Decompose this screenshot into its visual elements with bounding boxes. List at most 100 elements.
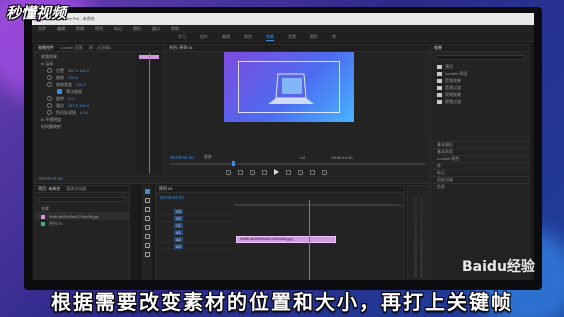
effect-row-uniform-scale[interactable]: 等比缩放 [35, 88, 137, 95]
project-item[interactable]: 序列 01 [35, 220, 129, 227]
menu-file[interactable]: 文件 [38, 26, 46, 32]
tab-effect-controls[interactable]: 效果控件 [38, 45, 54, 51]
program-preview[interactable] [224, 52, 354, 122]
tab-sequence[interactable]: 序列 01 [159, 186, 173, 192]
workspace-tab[interactable]: 组件 [200, 34, 208, 40]
effect-row-scale-width[interactable]: 缩放宽度 100.0 [35, 81, 137, 88]
stopwatch-icon[interactable] [47, 103, 52, 108]
project-search[interactable] [39, 197, 125, 202]
timeline-timecode[interactable]: 00:00:04:10 [160, 195, 184, 200]
workspace-tab-active[interactable]: 效果 [266, 34, 274, 41]
panel-link[interactable]: 标记 [431, 169, 529, 176]
export-frame-icon[interactable] [322, 169, 327, 175]
scale-value[interactable]: 100.0 [68, 75, 78, 80]
tab-media-browser[interactable]: 媒体浏览器 [66, 186, 86, 192]
panel-link[interactable]: 库 [431, 162, 529, 169]
keyframe-area[interactable] [137, 53, 163, 173]
effect-row-rotation[interactable]: 旋转 0.0 [35, 95, 137, 102]
workspace-tab[interactable]: 库 [332, 34, 336, 40]
step-back-icon[interactable] [262, 169, 267, 175]
razor-tool-icon[interactable] [144, 216, 150, 221]
tab-program[interactable]: 节目: 序列 01 [169, 45, 193, 51]
effects-folder[interactable]: 视频效果 [431, 91, 529, 98]
lift-icon[interactable] [298, 169, 303, 175]
effect-row-motion[interactable]: fx 运动 [35, 60, 137, 67]
tab-project[interactable]: 项目: 未命名 [38, 186, 60, 192]
timeline-clip[interactable]: 9bdfb-afc99ef3a4c1240ec9fa.jpg [236, 236, 336, 243]
menu-graphics[interactable]: 图形 [133, 26, 141, 32]
add-marker-icon[interactable] [226, 169, 231, 175]
slip-tool-icon[interactable] [144, 225, 150, 230]
effects-search[interactable] [435, 55, 525, 60]
workspace-tab[interactable]: 编辑 [222, 34, 230, 40]
effect-row-position[interactable]: 位置 287.0 162.0 [35, 67, 137, 74]
menu-help[interactable]: 帮助 [171, 26, 179, 32]
track-header[interactable]: V3 [156, 208, 234, 215]
effect-controls-timecode[interactable]: 00:00:04:10 [39, 176, 63, 181]
track-header[interactable]: V1 [156, 222, 234, 229]
effects-folder[interactable]: 音频过渡 [431, 84, 529, 91]
ripple-edit-tool-icon[interactable] [144, 207, 150, 212]
effects-folder[interactable]: 视频过渡 [431, 98, 529, 105]
workspace-tab[interactable]: 图形 [310, 34, 318, 40]
hand-tool-icon[interactable] [144, 243, 150, 248]
track-select-tool-icon[interactable] [144, 198, 150, 203]
stopwatch-icon[interactable] [47, 82, 52, 87]
menu-clip[interactable]: 剪辑 [76, 26, 84, 32]
stopwatch-icon[interactable] [47, 110, 52, 115]
anchor-value[interactable]: 287.0 162.0 [68, 103, 89, 108]
effect-row-anti-flicker[interactable]: 防闪烁滤镜 0.00 [35, 109, 137, 116]
menu-window[interactable]: 窗口 [152, 26, 160, 32]
stopwatch-icon[interactable] [47, 96, 52, 101]
workspace-tab[interactable]: 音频 [288, 34, 296, 40]
track-header[interactable]: A2 [156, 236, 234, 243]
tab-lumetri-scopes[interactable]: Lumetri 范围 [60, 45, 82, 51]
effect-row-scale[interactable]: 缩放 100.0 [35, 74, 137, 81]
track-header[interactable]: V2 [156, 215, 234, 222]
track-header[interactable]: A1 [156, 229, 234, 236]
track-header[interactable]: A3 [156, 243, 234, 250]
mark-in-icon[interactable] [238, 169, 243, 175]
effect-row-time-remap[interactable]: 时间重映射 [35, 123, 137, 130]
pen-tool-icon[interactable] [144, 234, 150, 239]
stopwatch-icon[interactable] [47, 75, 52, 80]
effects-folder[interactable]: Lumetri 预设 [431, 70, 529, 77]
effects-folder[interactable]: 音频效果 [431, 77, 529, 84]
panel-link[interactable]: 历史记录 [431, 176, 529, 183]
panel-link[interactable]: 基本图形 [431, 141, 529, 148]
panel-link[interactable]: 信息 [431, 183, 529, 190]
work-area-bar[interactable] [234, 204, 399, 206]
panel-link[interactable]: Lumetri 颜色 [431, 155, 529, 162]
menu-sequence[interactable]: 序列 [95, 26, 103, 32]
stopwatch-icon[interactable] [47, 68, 52, 73]
project-name-header[interactable]: 名称 [35, 206, 129, 213]
step-forward-icon[interactable] [286, 169, 291, 175]
tab-effects[interactable]: 效果 [434, 45, 442, 51]
effect-row-anchor[interactable]: 锚点 287.0 162.0 [35, 102, 137, 109]
timeline-playhead[interactable] [309, 200, 310, 280]
play-icon[interactable] [274, 169, 279, 175]
workspace-tab[interactable]: 颜色 [244, 34, 252, 40]
checkbox[interactable] [57, 89, 62, 94]
menu-marker[interactable]: 标记 [114, 26, 122, 32]
selection-tool-icon[interactable] [144, 189, 150, 194]
project-item[interactable]: 9bdfb-afc99ef3a4c1240ec9fa.jpg [35, 213, 129, 220]
panel-link[interactable]: 基本声音 [431, 148, 529, 155]
type-tool-icon[interactable] [144, 252, 150, 257]
fit-dropdown[interactable]: 适合 [204, 154, 212, 160]
extract-icon[interactable] [310, 169, 315, 175]
monitor-scrubber[interactable] [170, 161, 426, 166]
effects-folder[interactable]: 预设 [431, 63, 529, 70]
anti-flicker-value[interactable]: 0.00 [80, 110, 88, 115]
program-timecode[interactable]: 00:00:04:10 [170, 155, 194, 160]
time-ruler[interactable] [234, 200, 404, 206]
position-value[interactable]: 287.0 162.0 [68, 68, 89, 73]
rotation-value[interactable]: 0.0 [68, 96, 74, 101]
workspace-tab[interactable]: 学习 [178, 34, 186, 40]
quality-dropdown[interactable]: 1/2 [300, 155, 306, 160]
scrubber-head[interactable] [232, 161, 235, 166]
keyframe-playhead[interactable] [149, 53, 150, 173]
scale-width-value[interactable]: 100.0 [76, 82, 86, 87]
mark-out-icon[interactable] [250, 169, 255, 175]
tab-source[interactable]: 源：(无剪辑) [88, 45, 111, 51]
